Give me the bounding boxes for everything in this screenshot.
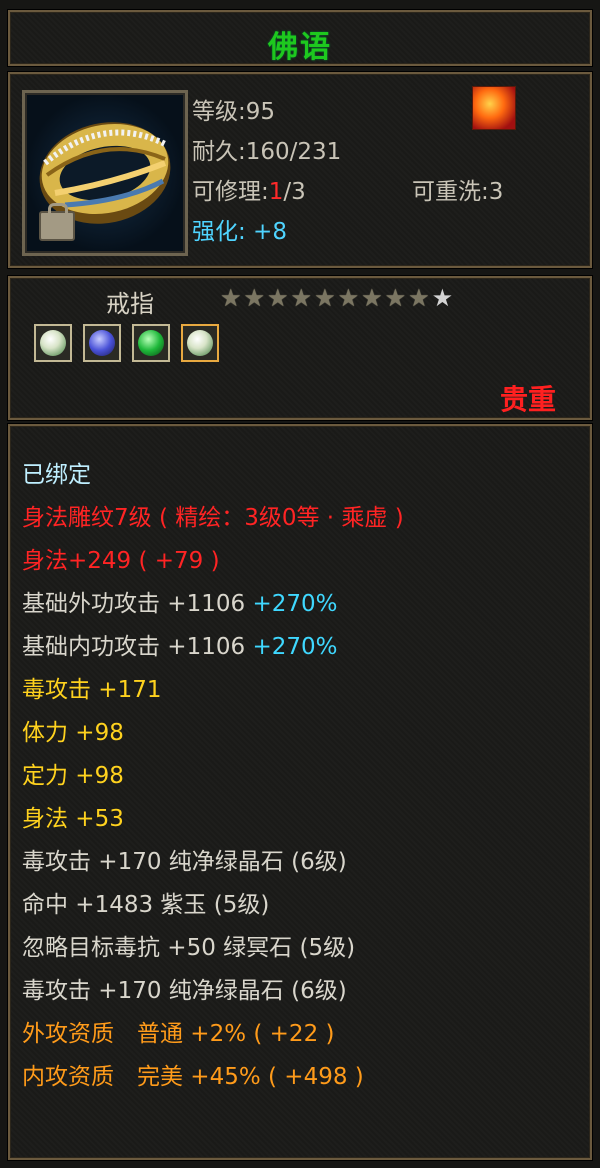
star-icon: ★ (314, 284, 336, 312)
star-icon: ★ (408, 284, 430, 312)
type-panel: 戒指 ★★★★★★★★★★ 贵重 (8, 276, 592, 420)
rewash-text: 可重洗:3 (412, 179, 504, 205)
white-gem-icon (40, 330, 66, 356)
star-icon: ★ (431, 284, 454, 312)
blue-gem-icon (89, 330, 116, 356)
info-panel: 等级:95 耐久:160/231 可修理:1/3 可重洗:3 强化: +8 (8, 72, 592, 268)
repair-text: 可修理:1/3 (192, 172, 306, 206)
focus-line: 定力 +98 (22, 763, 124, 789)
white-gem-icon (187, 330, 214, 356)
green-gem-icon (138, 330, 165, 356)
item-name: 佛语 (268, 30, 332, 65)
durability-text: 耐久:160/231 (192, 139, 342, 165)
set-effect-icon[interactable] (472, 86, 516, 130)
item-tooltip: 佛语 等级:95 耐久:160/231 可修理:1/3 可重洗:3 强化: +8… (0, 0, 600, 1168)
agility-line: 身法 +53 (22, 806, 124, 832)
star-icon: ★ (267, 284, 289, 312)
gem-slot-1[interactable] (34, 324, 72, 362)
bound-lock-icon (39, 203, 75, 241)
inner-attack-value: 基础内功攻击 +1106 (22, 634, 246, 660)
star-icon: ★ (337, 284, 360, 312)
item-icon[interactable] (22, 90, 188, 256)
gem-attr-line-2: 命中 +1483 紫玉 (5级) (22, 892, 270, 918)
star-icon: ★ (220, 284, 242, 312)
outer-attack-value: 基础外功攻击 +1106 (22, 591, 246, 617)
item-type: 戒指 (106, 290, 154, 318)
gem-attr-line-1: 毒攻击 +170 纯净绿晶石 (6级) (22, 849, 347, 875)
attributes-panel: 已绑定 身法雕纹7级 ( 精绘：3级0等 · 乘虚 ) 身法+249 ( +79… (8, 424, 592, 1160)
gem-slot-2[interactable] (83, 324, 122, 362)
gem-attr-line-4: 毒攻击 +170 纯净绿晶石 (6级) (22, 978, 347, 1004)
level-text: 等级:95 (192, 99, 276, 125)
gem-slot-3[interactable] (132, 324, 171, 362)
star-icon: ★ (384, 284, 407, 312)
star-rating: ★★★★★★★★★★ (220, 286, 455, 310)
gem-attr-line-3: 忽略目标毒抗 +50 绿冥石 (5级) (22, 935, 356, 961)
rarity-label: 贵重 (499, 383, 556, 416)
repair-current: 1 (268, 179, 284, 205)
outer-attack-pct: +270% (252, 591, 338, 617)
title-bar: 佛语 (8, 10, 592, 66)
repair-prefix: 可修理: (192, 179, 269, 205)
outer-aptitude-line: 外攻资质 普通 +2% ( +22 ) (22, 1021, 335, 1047)
gem-slots (34, 324, 225, 366)
repair-max: /3 (283, 179, 306, 205)
star-icon: ★ (361, 284, 383, 312)
agility-total-line: 身法+249 ( +79 ) (22, 548, 220, 574)
star-icon: ★ (290, 284, 313, 312)
attribute-list: 已绑定 身法雕纹7级 ( 精绘：3级0等 · 乘虚 ) 身法+249 ( +79… (22, 454, 404, 1099)
poison-attack-line: 毒攻击 +171 (22, 677, 162, 703)
bound-status: 已绑定 (22, 462, 91, 488)
star-icon: ★ (243, 284, 266, 312)
inner-attack-pct: +270% (252, 634, 338, 660)
inner-attack-line: 基础内功攻击 +1106 +270% (22, 626, 404, 669)
stamina-line: 体力 +98 (22, 720, 124, 746)
enhance-text: 强化: +8 (192, 219, 287, 245)
gem-slot-4[interactable] (181, 324, 220, 362)
inner-aptitude-line: 内攻资质 完美 +45% ( +498 ) (22, 1064, 364, 1090)
engrave-line: 身法雕纹7级 ( 精绘：3级0等 · 乘虚 ) (22, 505, 404, 531)
outer-attack-line: 基础外功攻击 +1106 +270% (22, 583, 404, 626)
